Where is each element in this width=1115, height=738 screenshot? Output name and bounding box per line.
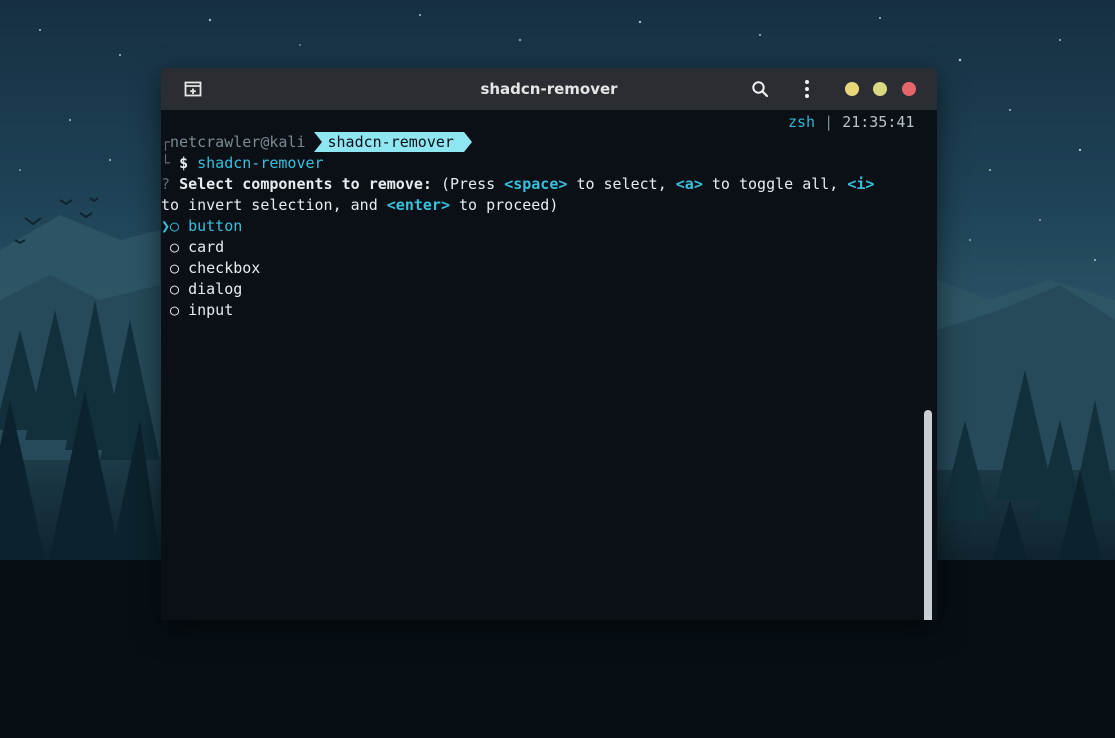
question-marker: ? xyxy=(161,175,171,193)
option-bullet-icon: ○ xyxy=(170,301,180,319)
window-title: shadcn-remover xyxy=(480,80,618,98)
terminal-output[interactable]: zsh | 21:35:41 ┌netcrawler@kali shadcn-re… xyxy=(161,110,937,620)
close-button[interactable] xyxy=(902,82,916,96)
search-icon xyxy=(752,81,769,98)
key-space: <space> xyxy=(504,175,568,193)
right-prompt-separator: | xyxy=(824,113,834,131)
hint-proceed: to proceed) xyxy=(459,196,559,214)
prompt-bracket-bottom: └ xyxy=(161,154,171,172)
option-checkbox[interactable]: ○ checkbox xyxy=(161,258,260,279)
option-dialog[interactable]: ○ dialog xyxy=(161,279,242,300)
minimize-button[interactable] xyxy=(845,82,859,96)
option-bullet-icon: ○ xyxy=(170,280,180,298)
key-a: <a> xyxy=(675,175,703,193)
prompt-symbol: $ xyxy=(179,154,189,172)
command-text: shadcn-remover xyxy=(197,154,324,172)
option-card[interactable]: ○ card xyxy=(161,237,224,258)
question-line-wrap: to invert selection, and <enter> to proc… xyxy=(161,195,558,216)
option-bullet-icon: ○ xyxy=(170,259,180,277)
option-label: checkbox xyxy=(188,259,261,277)
new-tab-icon xyxy=(184,81,202,97)
selection-pointer-icon: ❯ xyxy=(161,217,171,235)
title-bar[interactable]: shadcn-remover xyxy=(161,68,937,110)
command-line: └ $ shadcn-remover xyxy=(161,153,324,174)
hint-invert: to invert selection, and xyxy=(161,196,378,214)
option-label: input xyxy=(188,301,234,319)
shell-name: zsh xyxy=(788,113,816,131)
search-button[interactable] xyxy=(748,78,772,100)
option-label: dialog xyxy=(188,280,243,298)
directory-badge: shadcn-remover xyxy=(313,132,473,152)
menu-button[interactable] xyxy=(798,78,816,100)
kebab-menu-icon xyxy=(805,80,809,98)
question-line: ? Select components to remove: (Press <s… xyxy=(161,174,874,195)
option-label: card xyxy=(188,238,225,256)
scrollbar-thumb[interactable] xyxy=(924,410,932,620)
option-bullet-icon: ○ xyxy=(170,238,180,256)
option-button[interactable]: ❯○ button xyxy=(161,216,242,237)
question-text: Select components to remove: xyxy=(179,175,432,193)
new-tab-button[interactable] xyxy=(179,77,207,101)
key-i: <i> xyxy=(847,175,875,193)
hint-toggle: to toggle all, xyxy=(711,175,839,193)
terminal-window: shadcn-remover zsh | 21:35:41 ┌netcrawle… xyxy=(161,68,937,620)
hint-open: (Press xyxy=(440,175,496,193)
user-host: netcrawler@kali xyxy=(170,133,306,151)
right-prompt: zsh | 21:35:41 xyxy=(788,112,914,133)
clock-time: 21:35:41 xyxy=(842,113,915,131)
maximize-button[interactable] xyxy=(873,82,887,96)
option-bullet-icon: ○ xyxy=(170,217,180,235)
hint-select: to select, xyxy=(576,175,667,193)
option-input[interactable]: ○ input xyxy=(161,300,233,321)
prompt-bracket-top: ┌ xyxy=(161,133,171,151)
option-label: button xyxy=(188,217,243,235)
prompt-line: ┌netcrawler@kali shadcn-remover xyxy=(161,132,473,153)
key-enter: <enter> xyxy=(386,196,450,214)
